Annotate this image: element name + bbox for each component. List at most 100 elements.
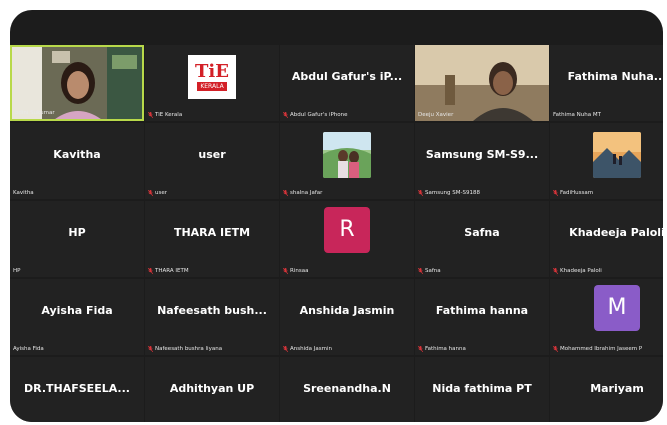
participant-display-name: Safna <box>464 225 500 239</box>
participant-label-text: Rinsaa <box>290 268 309 274</box>
participant-display-name: Ayisha Fida <box>41 303 113 317</box>
participant-tile[interactable]: Safna Safna <box>415 201 549 277</box>
mic-muted-icon <box>148 190 153 196</box>
mic-muted-icon <box>148 112 153 118</box>
participant-display-name: Kavitha <box>53 147 101 161</box>
participant-tile[interactable]: R Rinsaa <box>280 201 414 277</box>
participant-tile[interactable]: Anshida Jasmin Anshida Jasmin <box>280 279 414 355</box>
participant-display-name: Anshida Jasmin <box>299 303 395 317</box>
participant-name-label: Fathima hanna <box>418 346 546 352</box>
participant-display-name: Nafeesath bush... <box>157 303 267 317</box>
logo-text: TiE <box>195 60 229 82</box>
participant-tile[interactable]: Ayisha Fida Ayisha Fida <box>10 279 144 355</box>
participant-display-name: DR.THAFSEELA... <box>24 381 130 395</box>
participant-tile[interactable]: Abdul Gafur's iP... Abdul Gafur's iPhone <box>280 45 414 121</box>
participant-tile[interactable]: Fathima hanna Fathima hanna <box>415 279 549 355</box>
participant-display-name: Fathima Nuha... <box>567 69 663 83</box>
participant-display-name: Sreenandha.N <box>303 381 391 395</box>
participant-tile[interactable]: shalna Jafar <box>280 123 414 199</box>
mic-muted-icon <box>283 190 288 196</box>
participant-label-text: Mohammed Ibrahim Jaseem P <box>560 346 643 352</box>
participant-name-label: Ayisha Fida <box>13 346 141 352</box>
participant-display-name: Samsung SM-S9... <box>425 147 539 161</box>
participant-name-label: shalna Jafar <box>283 190 411 196</box>
participant-display-name: Mariyam <box>590 381 644 395</box>
participant-display-name: Nida fathima PT <box>432 381 532 395</box>
participant-tile[interactable]: Fathima Nuha... Fathima Nuha MT <box>550 45 663 121</box>
participant-label-text: Abdul Gafur's iPhone <box>290 112 348 118</box>
participant-tile[interactable]: Samsung SM-S9... Samsung SM-S9188 <box>415 123 549 199</box>
participant-tile[interactable]: TiE KERALA TiE Kerala <box>145 45 279 121</box>
participant-name-label: THARA IETM <box>148 268 276 274</box>
participant-display-name: THARA IETM <box>173 225 251 239</box>
participant-tile[interactable]: Nafeesath bush... Nafeesath bushra liyana <box>145 279 279 355</box>
participant-name-label: Kavitha <box>13 190 141 196</box>
participant-name-label: Anshida Jasmin <box>283 346 411 352</box>
participant-tile[interactable]: HP HP <box>10 201 144 277</box>
participant-label-text: Safna <box>425 268 441 274</box>
participant-label-text: Ayisha Fida <box>13 346 44 352</box>
participant-tile[interactable]: odini Sukumar <box>10 45 144 121</box>
participant-name-label: Rinsaa <box>283 268 411 274</box>
participant-tile[interactable]: FadiHussam <box>550 123 663 199</box>
participant-label-text: Anshida Jasmin <box>290 346 332 352</box>
video-grid: odini Sukumar TiE KERALA TiE Kerala Abdul Ga… <box>10 10 663 422</box>
participant-name-label: Mohammed Ibrahim Jaseem P <box>553 346 663 352</box>
participant-tile[interactable]: M Mohammed Ibrahim Jaseem P <box>550 279 663 355</box>
participant-tile[interactable]: THARA IETM THARA IETM <box>145 201 279 277</box>
mic-muted-icon <box>283 346 288 352</box>
participant-display-name: Abdul Gafur's iP... <box>291 69 403 83</box>
participant-name-label: Deeju Xavier <box>418 112 546 118</box>
participant-label-text: Nafeesath bushra liyana <box>155 346 223 352</box>
participant-tile[interactable]: Sreenandha.NSreenandha.N <box>280 357 414 422</box>
participant-display-name: Adhithyan UP <box>169 381 255 395</box>
participant-tile[interactable]: Adhithyan UPAdhithyan UP <box>145 357 279 422</box>
participant-name-label: Nafeesath bushra liyana <box>148 346 276 352</box>
participant-tile[interactable]: MariyamMariyam <box>550 357 663 422</box>
participant-name-label: Abdul Gafur's iPhone <box>283 112 411 118</box>
participant-name-label: FadiHussam <box>553 190 663 196</box>
participant-video <box>415 45 549 121</box>
participant-label-text: Khadeeja Paloli <box>560 268 602 274</box>
participant-label-text: user <box>155 190 167 196</box>
participant-label-text: shalna Jafar <box>290 190 323 196</box>
mic-muted-icon <box>553 346 558 352</box>
profile-photo <box>323 131 371 178</box>
participant-name-label: Fathima Nuha MT <box>553 112 663 118</box>
mic-muted-icon <box>418 190 423 196</box>
participant-name-label: Safna <box>418 268 546 274</box>
participant-avatar: M <box>594 284 640 331</box>
participant-label-text: odini Sukumar <box>15 110 55 116</box>
participant-tile[interactable]: Nida fathima PTNida fathima PT <box>415 357 549 422</box>
mic-muted-icon <box>283 268 288 274</box>
mic-muted-icon <box>553 268 558 274</box>
mic-muted-icon <box>283 112 288 118</box>
mic-muted-icon <box>148 268 153 274</box>
mic-muted-icon <box>418 346 423 352</box>
participant-tile[interactable]: DR.THAFSEELA...AFSEELA KOYA <box>10 357 144 422</box>
participant-label-text: HP <box>13 268 21 274</box>
participant-name-label: odini Sukumar <box>15 110 139 116</box>
participant-display-name: Fathima hanna <box>435 303 529 317</box>
participant-name-label: HP <box>13 268 141 274</box>
participant-tile[interactable]: user user <box>145 123 279 199</box>
participant-display-name: HP <box>68 225 86 239</box>
profile-photo <box>593 131 641 178</box>
participant-display-name: Khadeeja Paloli <box>569 225 663 239</box>
participant-name-label: user <box>148 190 276 196</box>
participant-name-label: Samsung SM-S9188 <box>418 190 546 196</box>
participant-label-text: Samsung SM-S9188 <box>425 190 481 196</box>
participant-label-text: Deeju Xavier <box>418 112 454 118</box>
participant-tile[interactable]: Khadeeja Paloli Khadeeja Paloli <box>550 201 663 277</box>
participant-tile[interactable]: Deeju Xavier <box>415 45 549 121</box>
participant-avatar: R <box>324 206 370 253</box>
participant-label-text: THARA IETM <box>155 268 189 274</box>
mic-muted-icon <box>553 190 558 196</box>
participant-label-text: TiE Kerala <box>155 112 183 118</box>
participant-name-label: Khadeeja Paloli <box>553 268 663 274</box>
mic-muted-icon <box>418 268 423 274</box>
participant-name-label: TiE Kerala <box>148 112 276 118</box>
participant-tile[interactable]: Kavitha Kavitha <box>10 123 144 199</box>
participant-label-text: Fathima hanna <box>425 346 466 352</box>
mic-muted-icon <box>148 346 153 352</box>
